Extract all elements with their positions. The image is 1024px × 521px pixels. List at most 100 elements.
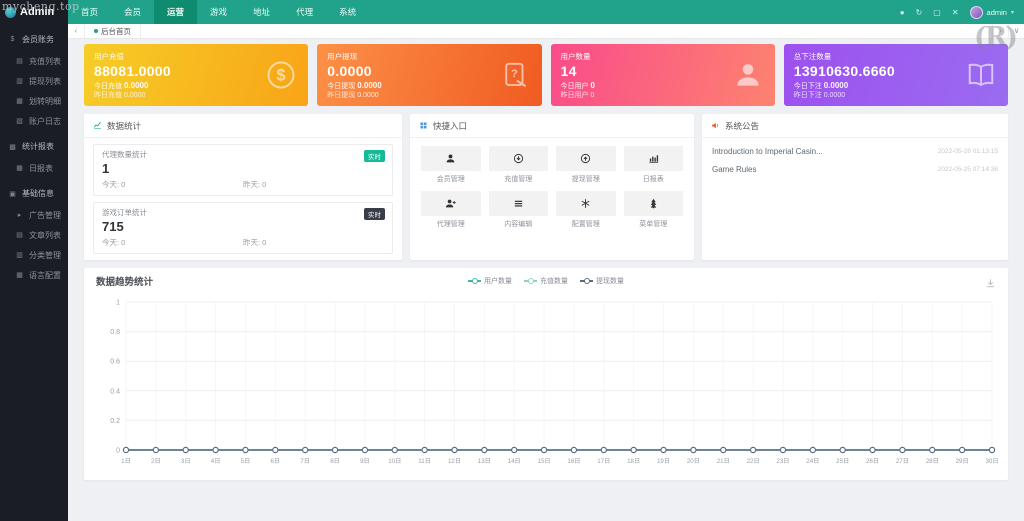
grid-icon: [419, 121, 428, 130]
svg-text:7日: 7日: [300, 458, 310, 465]
svg-text:0.6: 0.6: [110, 359, 120, 366]
quick-tile[interactable]: [556, 146, 616, 171]
svg-text:29日: 29日: [956, 458, 969, 465]
svg-text:4日: 4日: [211, 458, 221, 465]
chart-title: 数据趋势统计: [96, 274, 153, 288]
content-icon: [513, 198, 524, 209]
quick-entry-1: 会员管理: [421, 146, 481, 184]
svg-text:20日: 20日: [687, 458, 700, 465]
quick-label: 充值管理: [489, 174, 549, 184]
quick-entry-grid: 会员管理充值管理提现管理日报表代理管理内容编辑配置管理菜单管理: [410, 138, 694, 237]
avatar: [970, 6, 983, 19]
quick-label: 会员管理: [421, 174, 481, 184]
sidebar-item-4[interactable]: ▦划转明细: [0, 91, 68, 111]
status-badge: 实时: [364, 150, 385, 162]
download-icon[interactable]: [985, 276, 996, 287]
tags-menu-toggle[interactable]: ∨: [1008, 24, 1024, 38]
svg-text:5日: 5日: [241, 458, 251, 465]
agent-icon: [445, 198, 456, 209]
svg-text:0.4: 0.4: [110, 388, 120, 395]
nav-tab-3[interactable]: 运营: [154, 0, 197, 24]
sidebar-section-1[interactable]: $会员账务: [0, 28, 68, 51]
sidebar-item-10[interactable]: ▤文章列表: [0, 225, 68, 245]
quick-entry-6: 内容编辑: [489, 191, 549, 229]
svg-text:14日: 14日: [508, 458, 521, 465]
svg-text:16日: 16日: [567, 458, 580, 465]
svg-text:?: ?: [510, 68, 517, 80]
sidebar-item-2[interactable]: ▤充值列表: [0, 51, 68, 71]
user-menu[interactable]: admin ▾: [970, 6, 1014, 19]
svg-text:3日: 3日: [181, 458, 191, 465]
tags-scroll-right[interactable]: ›: [992, 24, 1008, 38]
nav-tabs: 首页会员运营游戏地址代理系统: [68, 0, 369, 24]
navbar-right: ● ↻ ▢ ✕ admin ▾: [900, 6, 1024, 19]
legend-item-3[interactable]: 提现数量: [580, 276, 624, 286]
sidebar-item-icon: ▸: [15, 211, 24, 219]
legend-item-2[interactable]: 充值数量: [524, 276, 568, 286]
tab-dashboard[interactable]: 后台首页: [85, 24, 141, 38]
sidebar-item-7[interactable]: ▦日报表: [0, 158, 68, 178]
svg-text:2日: 2日: [151, 458, 161, 465]
logo-icon: [5, 7, 16, 18]
sidebar-item-12[interactable]: ▦语言配置: [0, 265, 68, 285]
svg-text:1: 1: [116, 300, 120, 307]
svg-text:12日: 12日: [448, 458, 461, 465]
tags-controls: › ∨: [992, 24, 1024, 38]
close-icon[interactable]: ✕: [952, 8, 959, 17]
nav-tab-7[interactable]: 系统: [326, 0, 369, 24]
nav-tab-2[interactable]: 会员: [111, 0, 154, 24]
dot-icon[interactable]: ●: [900, 8, 905, 17]
nav-tab-6[interactable]: 代理: [283, 0, 326, 24]
quick-entry-8: 菜单管理: [624, 191, 684, 229]
config-icon: [580, 198, 591, 209]
sidebar-item-9[interactable]: ▸广告管理: [0, 205, 68, 225]
quick-tile[interactable]: [624, 146, 684, 171]
note-icon: ?: [500, 60, 530, 90]
nav-tab-4[interactable]: 游戏: [197, 0, 240, 24]
stat-card-1: 用户充值88081.0000今日充值 0.0000昨日充值 0.0000$: [84, 44, 308, 106]
tags-scroll-left[interactable]: ‹: [68, 24, 85, 38]
quick-entry-3: 提现管理: [556, 146, 616, 184]
quick-tile[interactable]: [489, 191, 549, 216]
quick-tile[interactable]: [556, 191, 616, 216]
svg-text:25日: 25日: [836, 458, 849, 465]
svg-text:30日: 30日: [985, 458, 998, 465]
sidebar-section-6[interactable]: ▩统计报表: [0, 135, 68, 158]
quick-tile[interactable]: [489, 146, 549, 171]
fullscreen-icon[interactable]: ▢: [933, 8, 941, 17]
announcement-row-1[interactable]: Introduction to Imperial Casin...2022-05…: [702, 138, 1008, 156]
navbar-icons: ● ↻ ▢ ✕: [900, 8, 959, 17]
sidebar-item-icon: ▤: [15, 57, 24, 65]
top-navbar: 首页会员运营游戏地址代理系统 ● ↻ ▢ ✕ admin ▾: [68, 0, 1024, 24]
sidebar-item-5[interactable]: ▧账户日志: [0, 111, 68, 131]
announcement-row-2[interactable]: Game Rules2022-05-25 07:14:38: [702, 156, 1008, 174]
legend-item-1[interactable]: 用户数量: [468, 276, 512, 286]
main-content: 用户充值88081.0000今日充值 0.0000昨日充值 0.0000$用户提…: [68, 38, 1024, 521]
sidebar-item-11[interactable]: ▥分类管理: [0, 245, 68, 265]
sidebar-item-3[interactable]: ▥提现列表: [0, 71, 68, 91]
sidebar-item-icon: ▥: [15, 77, 24, 85]
quick-tile[interactable]: [421, 146, 481, 171]
sidebar-section-8[interactable]: ▣基础信息: [0, 182, 68, 205]
chart-legend: 用户数量 充值数量 提现数量: [468, 276, 624, 286]
quick-tile[interactable]: [421, 191, 481, 216]
book-icon: [966, 60, 996, 90]
chart-header: 数据趋势统计 用户数量 充值数量 提现数量: [84, 268, 1008, 294]
line-chart: 00.20.40.60.811日2日3日4日5日6日7日8日9日10日11日12…: [84, 294, 1008, 477]
admin-dashboard-page: mycheng.top (R) Admin $会员账务▤充值列表▥提现列表▦划转…: [0, 0, 1024, 521]
stat-value: 1: [102, 161, 384, 176]
quick-label: 日报表: [624, 174, 684, 184]
quick-tile[interactable]: [624, 191, 684, 216]
data-stats-header: 数据统计: [84, 114, 402, 138]
trend-icon: [93, 121, 102, 130]
data-stats-panel: 数据统计 代理数量统计实时1今天: 0昨天: 0游戏订单统计实时715今天: 0…: [84, 114, 402, 260]
svg-text:6日: 6日: [270, 458, 280, 465]
sidebar-nav: $会员账务▤充值列表▥提现列表▦划转明细▧账户日志▩统计报表▦日报表▣基础信息▸…: [0, 28, 68, 285]
nav-tab-5[interactable]: 地址: [240, 0, 283, 24]
quick-label: 代理管理: [421, 219, 481, 229]
sidebar-item-icon: ▤: [15, 231, 24, 239]
svg-text:18日: 18日: [627, 458, 640, 465]
report-icon: [648, 153, 659, 164]
refresh-icon[interactable]: ↻: [916, 8, 923, 17]
nav-tab-1[interactable]: 首页: [68, 0, 111, 24]
